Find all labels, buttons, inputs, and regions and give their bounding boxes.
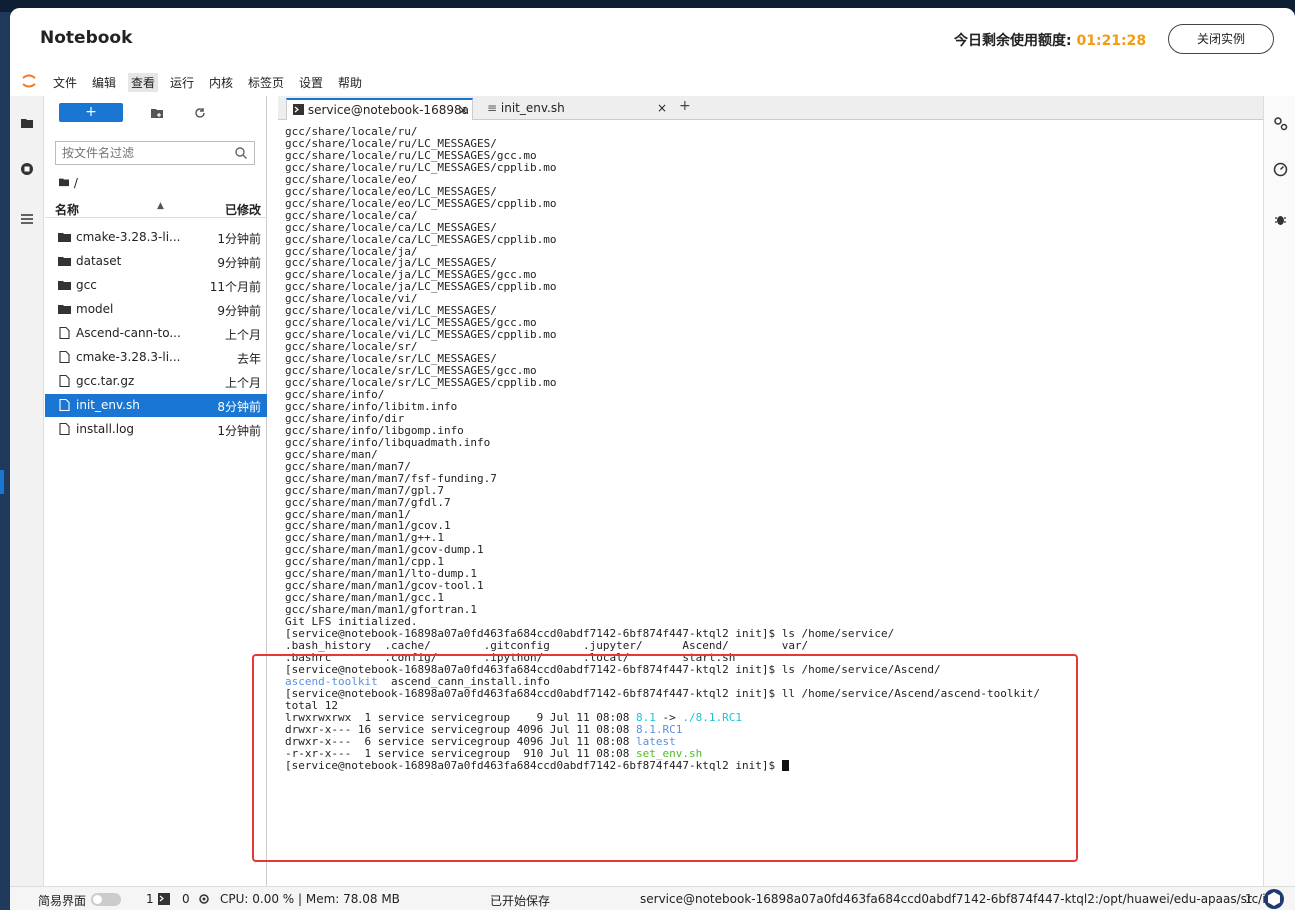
menu-bar (10, 68, 1295, 94)
file-row[interactable]: install.log 1分钟前 (45, 418, 267, 441)
file-row[interactable]: gcc 11个月前 (45, 274, 267, 297)
close-instance-button[interactable]: 关闭实例 (1168, 24, 1274, 54)
tab-terminal[interactable]: service@notebook-16898a × (286, 98, 473, 120)
file-name: gcc.tar.gz (76, 374, 135, 388)
tab-init-env-label: init_env.sh (500, 101, 565, 115)
page-number: 1 (1245, 892, 1253, 906)
gears-icon[interactable] (1273, 116, 1288, 131)
folder-icon (58, 257, 71, 266)
current-path: service@notebook-16898a07a0fd463fa684ccd… (640, 892, 1282, 906)
terminal-icon (158, 893, 170, 905)
tab-terminal-label: service@notebook-16898a (307, 103, 469, 117)
file-name: init_env.sh (76, 398, 140, 412)
folder-icon (59, 178, 69, 187)
quota-label: 今日剩余使用额度: (954, 33, 1077, 49)
file-name: install.log (76, 422, 135, 436)
file-icon (59, 423, 70, 435)
app-title: Notebook (40, 28, 133, 48)
tab-close-icon[interactable]: × (458, 100, 468, 120)
breadcrumb[interactable]: / (58, 176, 78, 190)
sort-ascending-icon: ▲ (157, 201, 164, 211)
right-sidebar (1263, 96, 1295, 886)
file-name: dataset (76, 254, 122, 268)
quota-time: 01:21:28 (1076, 33, 1147, 49)
menu-tabs[interactable]: 标签页 (245, 73, 287, 92)
simple-mode-label: 简易界面 (38, 894, 87, 908)
quota-display: 今日剩余使用额度: 01:21:28 (954, 30, 1146, 50)
file-modified: 上个月 (224, 328, 261, 342)
file-icon (59, 351, 70, 363)
left-sidebar (10, 96, 44, 886)
toc-icon[interactable] (20, 212, 34, 226)
file-row[interactable]: Ascend-cann-to... 上个月 (45, 322, 267, 345)
terminal-count[interactable]: 0 (182, 892, 190, 906)
file-row[interactable]: model 9分钟前 (45, 298, 267, 321)
menu-edit[interactable]: 编辑 (89, 73, 119, 92)
file-text-icon: ≡ (487, 101, 498, 115)
file-icon (59, 399, 70, 411)
search-icon (235, 147, 247, 159)
highlight-annotation-box (252, 654, 1078, 862)
file-browser: + / 名称 ▲ 已修改 cmake-3.28.3-li... 1分钟前 datas… (45, 96, 267, 886)
column-modified[interactable]: 已修改 (225, 201, 261, 218)
menu-file[interactable]: 文件 (50, 73, 80, 92)
file-icon (59, 375, 70, 387)
folder-icon (58, 233, 71, 242)
breadcrumb-root: / (73, 176, 78, 190)
file-modified: 11个月前 (209, 280, 261, 294)
gear-icon (199, 894, 209, 904)
tab-init-env[interactable]: ≡ init_env.sh × (481, 98, 671, 120)
tab-bar: service@notebook-16898a × ≡ init_env.sh … (278, 96, 1278, 120)
assistant-icon[interactable] (1263, 888, 1285, 910)
file-row[interactable]: dataset 9分钟前 (45, 250, 267, 273)
menu-help[interactable]: 帮助 (335, 73, 365, 92)
file-modified: 9分钟前 (217, 304, 261, 318)
add-tab-button[interactable]: + (679, 98, 691, 114)
file-row[interactable]: init_env.sh 8分钟前 (45, 394, 267, 417)
file-icon (59, 327, 70, 339)
running-icon[interactable] (20, 162, 34, 176)
file-modified: 上个月 (224, 376, 261, 390)
file-filter-input[interactable] (56, 142, 226, 164)
file-row[interactable]: cmake-3.28.3-li... 去年 (45, 346, 267, 369)
file-modified: 1分钟前 (217, 424, 261, 438)
jupyter-logo-icon (22, 74, 36, 88)
file-modified: 9分钟前 (217, 256, 261, 270)
file-modified: 1分钟前 (217, 232, 261, 246)
desktop-side-indicator (0, 470, 4, 494)
menu-view[interactable]: 查看 (128, 73, 159, 92)
resource-usage: CPU: 0.00 % | Mem: 78.08 MB (220, 892, 400, 906)
folder-icon[interactable] (20, 116, 34, 130)
menu-kernel[interactable]: 内核 (206, 73, 236, 92)
folder-icon (58, 305, 71, 314)
file-filter (55, 141, 255, 165)
column-name[interactable]: 名称 (55, 201, 79, 218)
file-name: gcc (76, 278, 97, 292)
file-name: Ascend-cann-to... (76, 326, 181, 340)
kernel-count[interactable]: 1 (146, 892, 154, 906)
file-row[interactable]: gcc.tar.gz 上个月 (45, 370, 267, 393)
top-bar: Notebook 今日剩余使用额度: 01:21:28 关闭实例 (10, 8, 1295, 64)
file-name: cmake-3.28.3-li... (76, 230, 181, 244)
file-row[interactable]: cmake-3.28.3-li... 1分钟前 (45, 226, 267, 249)
gauge-icon[interactable] (1273, 162, 1288, 177)
save-status: 已开始保存 (490, 894, 551, 908)
refresh-icon[interactable] (193, 106, 207, 120)
simple-mode-toggle[interactable] (91, 893, 121, 906)
tab-close-icon[interactable]: × (657, 98, 667, 118)
bug-icon[interactable] (1273, 212, 1288, 227)
new-folder-icon[interactable] (150, 106, 164, 120)
menu-run[interactable]: 运行 (167, 73, 197, 92)
file-modified: 去年 (236, 352, 261, 366)
terminal-icon (293, 104, 304, 115)
folder-icon (58, 281, 71, 290)
file-list-header: 名称 ▲ 已修改 (45, 198, 267, 218)
new-launcher-button[interactable]: + (59, 103, 123, 122)
file-modified: 8分钟前 (217, 400, 261, 414)
status-bar: 简易界面 1 0 CPU: 0.00 % | Mem: 78.08 MB 已开始… (10, 886, 1295, 910)
file-name: model (76, 302, 114, 316)
menu-settings[interactable]: 设置 (296, 73, 326, 92)
notebook-window: Notebook 今日剩余使用额度: 01:21:28 关闭实例 文件 编辑 查… (10, 8, 1295, 910)
file-name: cmake-3.28.3-li... (76, 350, 181, 364)
